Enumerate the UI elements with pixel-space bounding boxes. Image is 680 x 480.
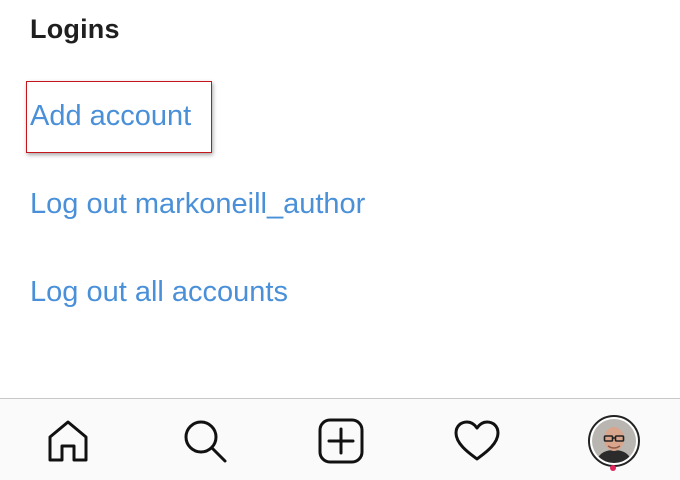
log-out-account-link[interactable]: Log out markoneill_author	[30, 188, 365, 221]
add-account-link[interactable]: Add account	[30, 100, 191, 133]
profile-photo	[592, 419, 636, 463]
avatar	[588, 415, 640, 467]
notification-dot	[610, 465, 616, 471]
search-icon	[184, 420, 227, 463]
tab-search[interactable]	[177, 413, 233, 469]
heart-icon	[454, 420, 500, 461]
tab-home[interactable]	[40, 413, 96, 469]
tab-new-post[interactable]	[313, 413, 369, 469]
logins-section-title: Logins	[30, 14, 120, 44]
log-out-all-accounts-link[interactable]: Log out all accounts	[30, 276, 288, 309]
tab-profile[interactable]	[586, 413, 642, 471]
home-icon	[48, 420, 88, 462]
settings-screen: Logins Add account Log out markoneill_au…	[0, 0, 680, 480]
tab-activity[interactable]	[449, 413, 505, 469]
new-post-icon	[318, 418, 364, 464]
bottom-tab-bar	[0, 398, 680, 480]
